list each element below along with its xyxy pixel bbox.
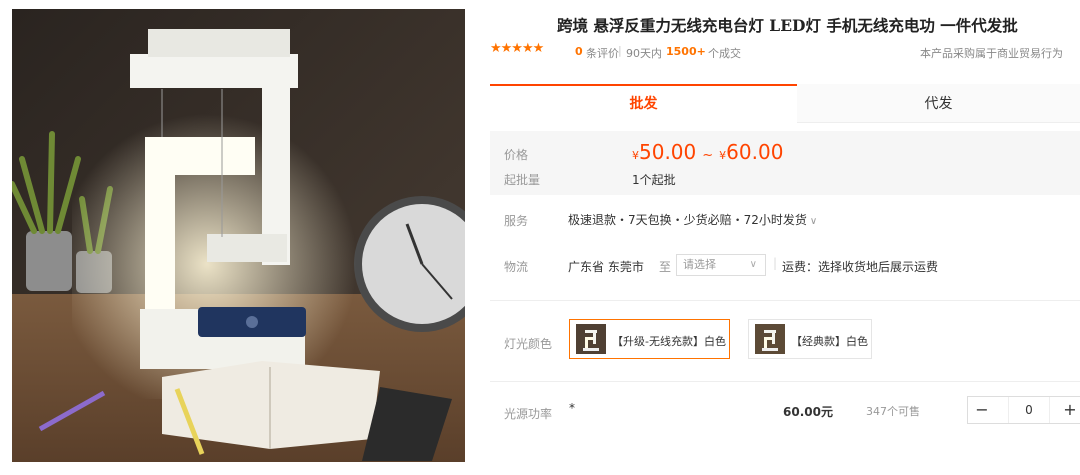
variant-label: 【升级-无线充款】白色 xyxy=(612,335,726,348)
freight-separator: | xyxy=(773,256,778,270)
trade-note: 本产品采购属于商业贸易行为 xyxy=(920,47,1063,60)
chevron-down-icon[interactable]: ∨ xyxy=(810,216,817,227)
quantity-stepper: − 0 + xyxy=(967,396,1080,424)
review-count[interactable]: 0 xyxy=(575,45,583,58)
destination-placeholder: 请选择 xyxy=(683,258,716,271)
quantity-input[interactable]: 0 xyxy=(1008,397,1050,423)
increment-button[interactable]: + xyxy=(1060,397,1080,423)
price-box: 价格 ¥50.00 ~ ¥60.00 起批量 1个起批 xyxy=(490,131,1080,195)
sku-name: * xyxy=(569,401,575,415)
variant-option-wireless[interactable]: 【升级-无线充款】白色 xyxy=(569,319,730,359)
price-min: 50.00 xyxy=(639,140,697,164)
color-label: 灯光颜色 xyxy=(504,337,553,351)
variant-thumbnail xyxy=(755,324,785,354)
service-label: 服务 xyxy=(504,214,529,228)
sku-stock: 347个可售 xyxy=(866,405,920,418)
rating-stars: ★★★★★ xyxy=(490,41,544,56)
variant-thumbnail xyxy=(576,324,606,354)
purchase-mode-tabs: 批发 代发 xyxy=(490,84,1080,123)
price-range: ¥50.00 ~ ¥60.00 xyxy=(632,140,783,164)
logistics-label: 物流 xyxy=(504,260,529,274)
power-label: 光源功率 xyxy=(504,407,553,421)
moq-value: 1个起批 xyxy=(632,173,676,187)
deals-unit: 个成交 xyxy=(708,47,741,60)
variant-option-classic[interactable]: 【经典款】白色 xyxy=(748,319,872,359)
deals-count: 1500+ xyxy=(666,45,706,58)
tab-dropship[interactable]: 代发 xyxy=(797,84,1080,123)
tab-wholesale[interactable]: 批发 xyxy=(490,84,797,122)
chevron-down-icon: ∨ xyxy=(749,259,757,270)
service-text: 极速退款・7天包换・少货必赔・72小时发货 xyxy=(568,213,807,227)
decrement-button[interactable]: − xyxy=(968,397,996,423)
price-max: 60.00 xyxy=(726,140,784,164)
destination-select[interactable]: 请选择 ∨ xyxy=(676,254,766,276)
review-label[interactable]: 条评价 xyxy=(586,45,619,61)
moq-label: 起批量 xyxy=(504,173,541,187)
rating-separator: | xyxy=(618,44,622,57)
price-label: 价格 xyxy=(504,148,529,162)
product-image xyxy=(12,9,465,462)
divider xyxy=(490,300,1080,301)
price-tilde: ~ xyxy=(702,148,714,163)
product-title: 跨境 悬浮反重力无线充电台灯 LED灯 手机无线充电功 一件代发批 xyxy=(557,16,1018,35)
service-value[interactable]: 极速退款・7天包换・少货必赔・72小时发货 ∨ xyxy=(568,211,817,228)
divider xyxy=(490,381,1080,382)
sku-price: 60.00元 xyxy=(783,405,833,419)
days-label: 90天内 xyxy=(626,47,662,60)
freight-note: 运费：选择收货地后展示运费 xyxy=(782,260,939,274)
variant-label: 【经典款】白色 xyxy=(791,335,868,348)
rating-row: ★★★★★ 0 条评价 | 90天内 1500+ 个成交 本产品采购属于商业贸易… xyxy=(490,41,1070,63)
ship-origin: 广东省 东莞市 xyxy=(568,260,644,274)
currency-symbol: ¥ xyxy=(632,149,639,162)
ship-to-word: 至 xyxy=(659,260,672,274)
